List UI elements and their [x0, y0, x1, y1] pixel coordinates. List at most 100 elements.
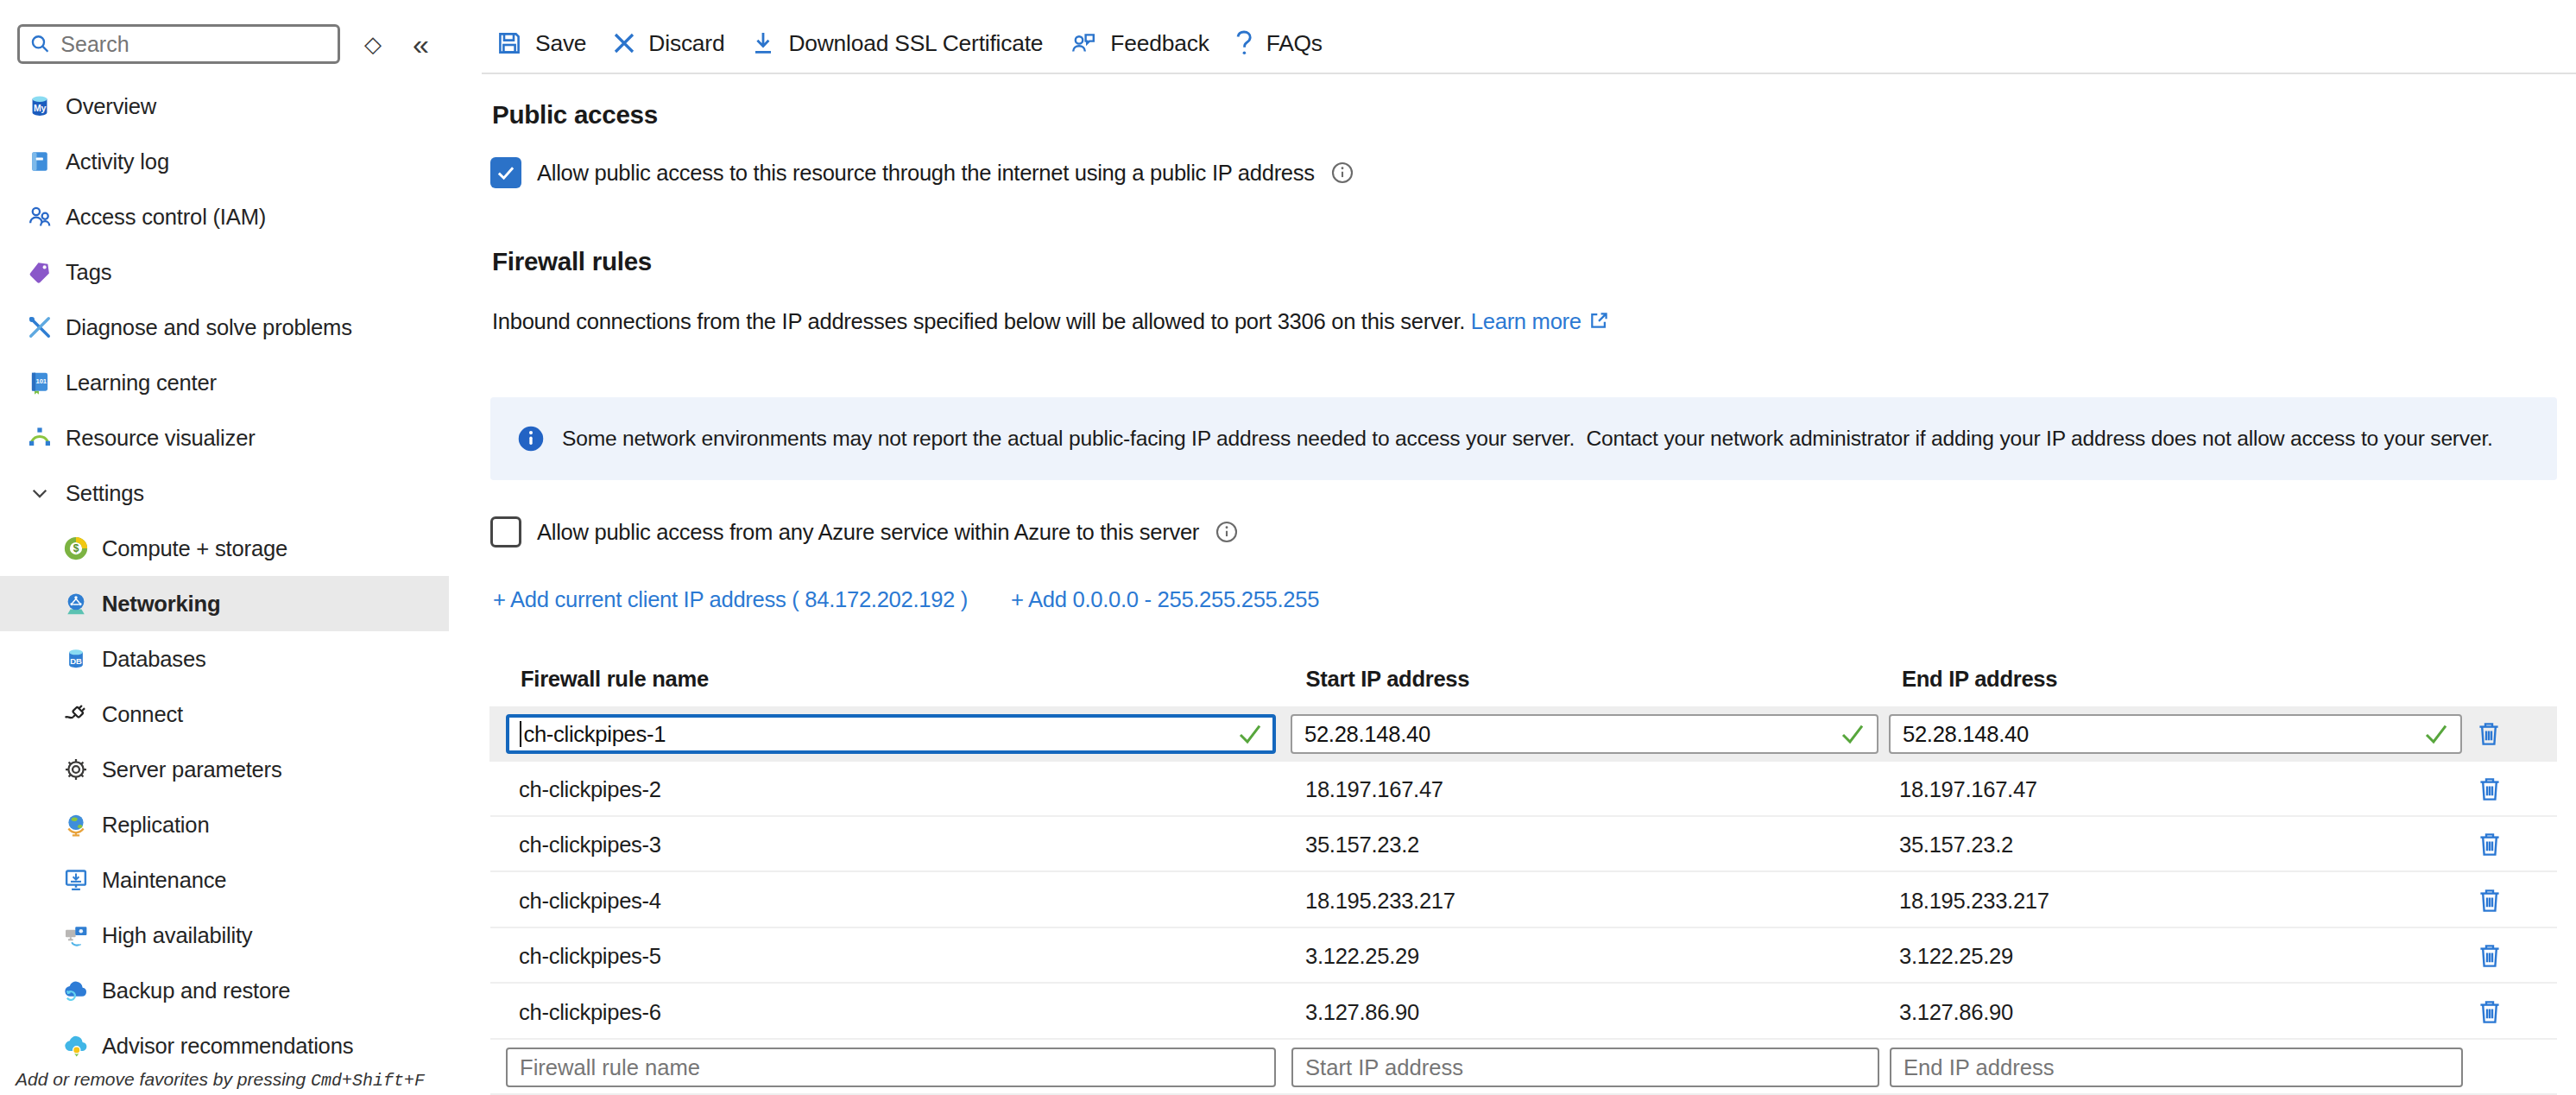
- sidebar-item-connect[interactable]: Connect: [0, 687, 449, 742]
- replication-icon: [62, 811, 90, 839]
- activity-log-icon: [26, 148, 54, 175]
- trash-icon: [2476, 720, 2502, 748]
- sidebar-item-databases[interactable]: DBDatabases: [0, 631, 449, 687]
- rule-name: ch-clickpipes-3: [519, 817, 661, 872]
- chevron-down-icon: [26, 479, 54, 507]
- sidebar-item-compute-storage[interactable]: $ Compute + storage: [0, 521, 449, 576]
- server-parameters-icon: [62, 756, 90, 783]
- public-access-checkbox-label: Allow public access to this resource thr…: [537, 161, 1315, 186]
- compute-storage-icon: $: [62, 535, 90, 562]
- sidebar-item-label: Backup and restore: [102, 978, 290, 1003]
- collapse-sidebar-icon[interactable]: «: [413, 29, 429, 59]
- sidebar-item-diagnose-and-solve-problems[interactable]: Diagnose and solve problems: [0, 300, 449, 355]
- refresh-icon[interactable]: ◇: [364, 31, 382, 58]
- sidebar-item-resource-visualizer[interactable]: Resource visualizer: [0, 410, 449, 465]
- text-caret: [520, 721, 521, 747]
- new-rule-name-input[interactable]: [506, 1048, 1276, 1087]
- mysql-overview-icon: My: [26, 92, 54, 120]
- learn-more-link[interactable]: Learn more: [1471, 309, 1582, 333]
- databases-icon: DB: [62, 645, 90, 673]
- firewall-rule-row-active: ch-clickpipes-1 52.28.148.40 52.28.148.4…: [489, 706, 2557, 762]
- public-access-checkbox[interactable]: [490, 157, 521, 188]
- sidebar-item-label: Networking: [102, 592, 220, 617]
- sidebar-item-label: Compute + storage: [102, 536, 287, 561]
- sidebar-item-settings[interactable]: Settings: [0, 465, 449, 521]
- sidebar-item-label: Learning center: [66, 370, 217, 396]
- external-link-icon: [1588, 310, 1609, 331]
- sidebar-item-access-control-iam-[interactable]: Access control (IAM): [0, 189, 449, 244]
- add-links-row: + Add current client IP address ( 84.172…: [490, 587, 2557, 615]
- col-header-name: Firewall rule name: [521, 667, 709, 692]
- sidebar-item-maintenance[interactable]: Maintenance: [0, 852, 449, 908]
- sidebar-item-label: Resource visualizer: [66, 426, 256, 451]
- info-icon[interactable]: [1330, 161, 1354, 185]
- diagnose-icon: [26, 313, 54, 341]
- trash-icon: [2477, 942, 2503, 970]
- firewall-rule-row[interactable]: ch-clickpipes-53.122.25.293.122.25.29: [490, 928, 2557, 984]
- svg-text:DB: DB: [70, 656, 82, 666]
- sidebar: ◇ « MyOverviewActivity logAccess control…: [0, 0, 470, 1095]
- sidebar-item-label: Diagnose and solve problems: [66, 315, 352, 340]
- sidebar-item-advisor-recommendations[interactable]: Advisor recommendations: [0, 1018, 449, 1073]
- sidebar-search[interactable]: [17, 24, 340, 64]
- firewall-rule-row[interactable]: ch-clickpipes-4 18.195.233.217 18.195.233.…: [490, 873, 2557, 928]
- sidebar-item-server-parameters[interactable]: Server parameters: [0, 742, 449, 797]
- azure-services-checkbox-row: Allow public access from any Azure servi…: [490, 516, 1239, 548]
- add-client-ip-link[interactable]: + Add current client IP address ( 84.172…: [493, 587, 968, 612]
- end-ip: 3.127.86.90: [1899, 984, 2013, 1040]
- rule-name: ch-clickpipes-5: [519, 928, 661, 984]
- info-icon[interactable]: [1215, 520, 1239, 544]
- start-ip: 18.195.233.217: [1305, 873, 1455, 928]
- valid-check-icon: [1840, 723, 1865, 745]
- delete-rule-button[interactable]: [2464, 873, 2516, 928]
- check-icon: [495, 161, 517, 184]
- info-banner: Some network environments may not report…: [490, 397, 2557, 480]
- sidebar-item-high-availability[interactable]: High availability: [0, 908, 449, 963]
- sidebar-item-tags[interactable]: Tags: [0, 244, 449, 300]
- firewall-rule-row[interactable]: ch-clickpipes-218.197.167.4718.197.167.4…: [490, 762, 2557, 817]
- sidebar-item-activity-log[interactable]: Activity log: [0, 134, 449, 189]
- start-ip-input[interactable]: 52.28.148.40: [1291, 714, 1878, 754]
- end-ip: 3.122.25.29: [1899, 928, 2013, 984]
- advisor-icon: [62, 1032, 90, 1060]
- add-all-ips-link[interactable]: + Add 0.0.0.0 - 255.255.255.255: [1011, 587, 1319, 612]
- azure-services-checkbox[interactable]: [490, 516, 521, 548]
- learning-center-icon: 101: [26, 369, 54, 396]
- delete-rule-button[interactable]: [2464, 762, 2516, 817]
- access-control-icon: [26, 203, 54, 231]
- end-ip-input[interactable]: 52.28.148.40: [1889, 714, 2462, 754]
- sidebar-item-backup-and-restore[interactable]: Backup and restore: [0, 963, 449, 1018]
- delete-rule-button[interactable]: [2464, 817, 2516, 872]
- start-ip: 3.127.86.90: [1305, 984, 1419, 1040]
- sidebar-item-label: Connect: [102, 702, 183, 727]
- public-access-heading: Public access: [492, 100, 658, 130]
- maintenance-icon: [62, 866, 90, 894]
- trash-icon: [2477, 887, 2503, 915]
- end-ip: 18.195.233.217: [1899, 873, 2049, 928]
- firewall-rules-heading: Firewall rules: [492, 247, 652, 276]
- search-input[interactable]: [60, 32, 327, 57]
- rule-name: ch-clickpipes-4: [519, 873, 661, 928]
- new-end-ip-input[interactable]: [1890, 1048, 2463, 1087]
- banner-text: Some network environments may not report…: [562, 427, 2493, 451]
- sidebar-item-overview[interactable]: MyOverview: [0, 79, 449, 134]
- sidebar-item-learning-center[interactable]: 101 Learning center: [0, 355, 449, 410]
- connect-icon: [62, 700, 90, 728]
- favorites-hint: Add or remove favorites by pressing Cmd+…: [16, 1069, 425, 1091]
- sidebar-item-networking[interactable]: Networking: [0, 576, 449, 631]
- end-ip: 35.157.23.2: [1899, 817, 2013, 872]
- delete-rule-button[interactable]: [2464, 984, 2516, 1040]
- delete-rule-button[interactable]: [2463, 706, 2515, 762]
- sidebar-item-label: High availability: [102, 923, 252, 948]
- sidebar-item-label: Settings: [66, 481, 144, 506]
- firewall-rule-row[interactable]: ch-clickpipes-63.127.86.903.127.86.90: [490, 984, 2557, 1040]
- sidebar-item-replication[interactable]: Replication: [0, 797, 449, 852]
- delete-rule-button[interactable]: [2464, 928, 2516, 984]
- rule-name-input[interactable]: ch-clickpipes-1: [506, 714, 1276, 754]
- trash-icon: [2477, 831, 2503, 858]
- firewall-rule-row[interactable]: ch-clickpipes-335.157.23.235.157.23.2: [490, 817, 2557, 872]
- start-ip: 18.197.167.47: [1305, 762, 1443, 817]
- new-rule-row: [490, 1040, 2557, 1095]
- svg-text:My: My: [34, 103, 47, 113]
- new-start-ip-input[interactable]: [1291, 1048, 1879, 1087]
